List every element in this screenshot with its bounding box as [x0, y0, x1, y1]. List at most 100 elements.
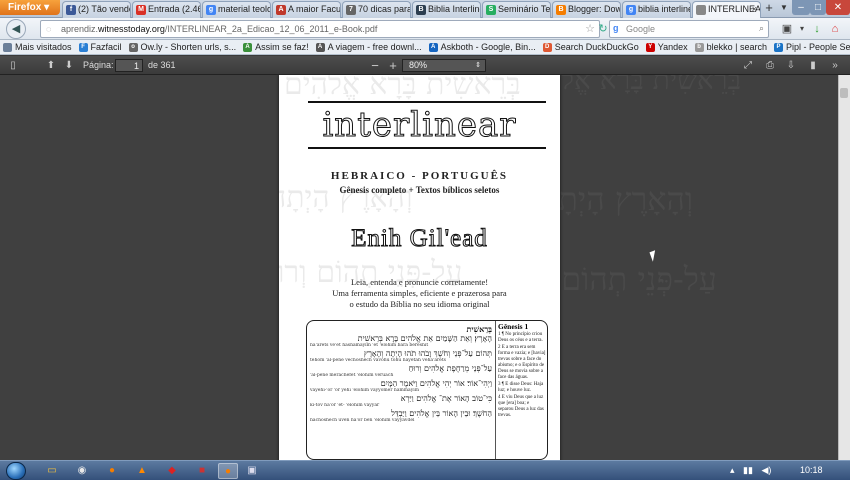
pipl-icon: P: [773, 42, 783, 52]
tools-chevron-icon[interactable]: »: [828, 59, 842, 72]
tab-bar: Firefox ▾ f(2) Tão vendo...MEntrada (2.4…: [0, 0, 850, 19]
verse-translation: 1 ¶ No princípio criou Deus os céus e a …: [498, 332, 543, 343]
hebrew-row: תְּהוֹם עַל־פְּנֵי וְחֹשֶׁךְ וָבֹהוּ תֹה…: [363, 349, 492, 358]
background-hebrew-line: וְהָאָרֶץ הָיְתָה: [540, 180, 694, 218]
page-icon: A: [243, 42, 253, 52]
tab-6[interactable]: SSeminário Te...: [482, 1, 551, 18]
page-identity-icon[interactable]: ◌: [46, 24, 51, 34]
vlc-icon[interactable]: ▲: [132, 463, 152, 479]
hebrew-row: כִּי־טוֹב הָאוֹר אֶת־ אֱלֹהִים וַיַּרְא: [400, 394, 492, 403]
home-icon[interactable]: ⌂: [828, 22, 842, 36]
title-rule-top: [308, 101, 546, 103]
firefox-menu-button[interactable]: Firefox ▾: [0, 0, 60, 15]
zoom-select[interactable]: 80% ⇕: [402, 59, 486, 72]
next-page-icon[interactable]: ⬇: [62, 59, 76, 72]
tab-8[interactable]: gbiblia interline...: [622, 1, 691, 18]
firefox-menu-label: Firefox: [8, 2, 42, 13]
bookmark-item[interactable]: F Fazfacil: [78, 40, 122, 54]
duckduckgo-icon: D: [542, 42, 552, 52]
tab-5[interactable]: BBiblia Interline...: [412, 1, 481, 18]
bookmark-star-icon[interactable]: ☆: [583, 22, 597, 36]
chrome-icon[interactable]: ◉: [72, 463, 92, 479]
search-input[interactable]: g Google ⌕: [609, 20, 769, 38]
transliteration-row: hachóshech uvên ha'or bên 'elohim vayyav…: [310, 418, 415, 423]
document-title: interlinear: [322, 105, 517, 146]
bookmark-label: Mais visitados: [15, 42, 72, 52]
bookmark-item[interactable]: b blekko | search: [694, 40, 767, 54]
search-icon[interactable]: ⌕: [759, 23, 764, 34]
bookmark-item[interactable]: A Askboth - Google, Bin...: [428, 40, 536, 54]
reload-icon[interactable]: ↻: [596, 22, 610, 36]
print-icon[interactable]: ⎙: [763, 59, 777, 72]
bookmark-item[interactable]: PPipl - People Search: [773, 40, 850, 54]
tab-0[interactable]: f(2) Tão vendo...: [62, 1, 131, 18]
google-icon[interactable]: g: [613, 23, 619, 33]
window-menu-dropdown-icon[interactable]: ▾: [795, 22, 809, 36]
tab-9[interactable]: INTERLINEAR...×: [692, 1, 761, 19]
bookmark-item[interactable]: o Ow.ly - Shorten urls, s...: [128, 40, 236, 54]
tab-label: 70 dicas para ...: [358, 4, 411, 14]
url-bar[interactable]: ◌ aprendiz.witnesstoday.org/INTERLINEAR_…: [40, 20, 600, 38]
save-icon[interactable]: ⇩: [784, 59, 798, 72]
page-number-input[interactable]: [115, 59, 143, 72]
google-icon: g: [206, 5, 216, 15]
tray-arrow-icon[interactable]: ▴: [730, 465, 735, 475]
bookmark-item[interactable]: D Search DuckDuckGo: [542, 40, 639, 54]
download-icon[interactable]: ↓: [810, 22, 824, 36]
presentation-mode-icon[interactable]: ⤢: [741, 59, 755, 72]
firefox-icon[interactable]: ●: [218, 463, 238, 479]
blogger-icon: B: [556, 5, 566, 15]
title-rule-bottom: [308, 147, 546, 149]
window-icon[interactable]: ▣: [242, 463, 262, 479]
url-domain: witnesstoday.org: [98, 24, 165, 34]
pdf-icon[interactable]: ■: [192, 463, 212, 479]
bookmark-label: Askboth - Google, Bin...: [440, 42, 536, 52]
start-button[interactable]: [6, 462, 26, 480]
askboth-icon: A: [428, 42, 438, 52]
system-tray: ▴ ▮▮ ◀): [730, 465, 771, 476]
interlinear-portuguese-column: Gênesis 1 1 ¶ No princípio criou Deus os…: [498, 322, 546, 420]
zoom-out-button[interactable]: −: [368, 59, 382, 72]
windows-taskbar: ▭ ◉ ● ▲ ◆ ■ ● ▣ ▴ ▮▮ ◀) 10:18: [0, 460, 850, 480]
volume-icon[interactable]: ◀): [761, 465, 771, 475]
google-icon: g: [626, 5, 636, 15]
interlinear-sample-box: בְּרֵאשִׁית הָאָרֶץ׃ וְאֵת הַשָּׁמַיִם א…: [306, 320, 548, 460]
close-window-button[interactable]: ✕: [826, 0, 850, 15]
firefox-icon[interactable]: ●: [102, 463, 122, 479]
maximize-button[interactable]: □: [810, 0, 826, 15]
tab-1[interactable]: MEntrada (2.461...: [132, 1, 201, 18]
zoom-in-button[interactable]: +: [386, 59, 400, 72]
bookmark-item[interactable]: Y Yandex: [645, 40, 688, 54]
pdf-viewer[interactable]: בְּרֵאשִׁית בָּרָא אֱלֹהִים וְהָאָרֶץ הָ…: [0, 75, 838, 460]
tagline-3: o estudo da Bíblia no seu idioma origina…: [349, 299, 490, 309]
bookmark-icon[interactable]: ▮: [806, 59, 820, 72]
previous-page-icon[interactable]: ⬆: [44, 59, 58, 72]
close-tab-icon[interactable]: ×: [752, 4, 757, 14]
bible-icon: B: [416, 5, 426, 15]
minimize-button[interactable]: –: [792, 0, 810, 15]
tab-label: Seminário Te...: [498, 4, 551, 14]
tab-label: Blogger: Dow...: [568, 4, 621, 14]
acrobat-icon[interactable]: ◆: [162, 463, 182, 479]
chevron-down-icon: ⇕: [475, 62, 481, 69]
new-tab-button[interactable]: +: [762, 1, 776, 16]
viewer-scrollbar[interactable]: [838, 75, 850, 460]
search-placeholder: Google: [626, 24, 656, 34]
bookmark-item[interactable]: A Assim se faz!: [243, 40, 309, 54]
back-button[interactable]: ◀: [6, 19, 26, 39]
network-icon[interactable]: ▮▮: [743, 465, 753, 475]
tab-2[interactable]: gmaterial teolo...: [202, 1, 271, 18]
explorer-icon[interactable]: ▭: [42, 463, 62, 479]
window-menu-icon[interactable]: ▣: [780, 22, 794, 36]
sidebar-toggle-icon[interactable]: ▯: [6, 59, 20, 72]
bookmark-label: Pipl - People Search: [785, 42, 850, 52]
bookmark-item[interactable]: Mais visitados: [3, 40, 72, 54]
tab-4[interactable]: 770 dicas para ...: [342, 1, 411, 18]
sample-heading: Gênesis 1: [498, 322, 529, 331]
clock[interactable]: 10:18: [800, 465, 823, 475]
tab-3[interactable]: AA maior Facul...: [272, 1, 341, 18]
viewer-scrollbar-thumb[interactable]: [840, 88, 848, 98]
bookmark-item[interactable]: AA viagem - free downl...: [315, 40, 422, 54]
tab-7[interactable]: BBlogger: Dow...: [552, 1, 621, 18]
list-all-tabs-icon[interactable]: ▼: [780, 3, 788, 12]
